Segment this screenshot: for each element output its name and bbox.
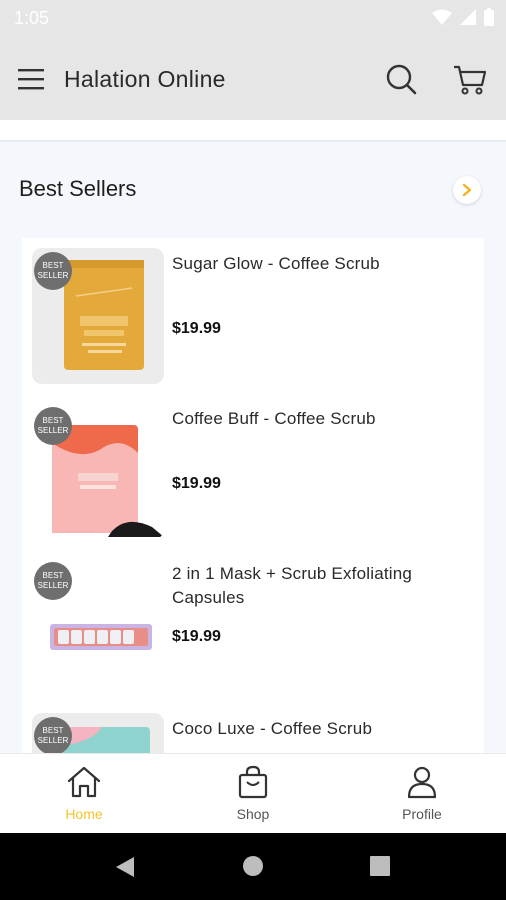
- back-icon[interactable]: [114, 855, 136, 879]
- user-icon: [407, 766, 437, 799]
- cart-icon[interactable]: [452, 63, 488, 97]
- app-title: Halation Online: [64, 66, 226, 92]
- product-price: $19.99: [172, 475, 221, 492]
- badge-line: SELLER: [37, 581, 69, 590]
- system-nav-bar: [0, 833, 506, 900]
- list-item[interactable]: BEST SELLER 2 in 1 Mask + Scrub Exfoliat…: [22, 548, 484, 704]
- product-price: $19.99: [172, 320, 221, 337]
- bottom-nav: Home Shop Profile: [0, 753, 506, 834]
- status-time: 1:05: [14, 8, 50, 28]
- best-seller-badge: BEST SELLER: [34, 562, 72, 600]
- product-list: BEST SELLER Sugar Glow - Coffee Scrub $1…: [22, 238, 484, 753]
- app-bar: Halation Online: [0, 36, 506, 120]
- home-circle-icon[interactable]: [242, 855, 264, 877]
- wifi-icon: [432, 9, 452, 25]
- search-icon[interactable]: [384, 62, 418, 96]
- badge-line: BEST: [42, 416, 64, 425]
- nav-label: Home: [65, 806, 103, 822]
- badge-line: SELLER: [37, 426, 69, 435]
- status-bar: 1:05: [0, 0, 506, 36]
- status-icons: [432, 8, 494, 26]
- signal-icon: [460, 9, 476, 25]
- list-item[interactable]: BEST SELLER Sugar Glow - Coffee Scrub $1…: [22, 238, 484, 394]
- badge-line: SELLER: [37, 271, 69, 280]
- product-name[interactable]: Coco Luxe - Coffee Scrub: [172, 717, 462, 741]
- nav-profile[interactable]: Profile: [362, 754, 482, 834]
- best-seller-badge: BEST SELLER: [34, 717, 72, 753]
- nav-home[interactable]: Home: [24, 754, 144, 834]
- chevron-right-icon: [462, 183, 472, 197]
- best-seller-badge: BEST SELLER: [34, 407, 72, 445]
- see-more-button[interactable]: [453, 176, 481, 204]
- section-title: Best Sellers: [19, 176, 137, 201]
- list-item[interactable]: BEST SELLER Coffee Buff - Coffee Scrub $…: [22, 393, 484, 549]
- product-price: $19.99: [172, 628, 221, 645]
- nav-label: Shop: [236, 806, 270, 822]
- badge-line: BEST: [42, 571, 64, 580]
- recents-icon[interactable]: [370, 856, 390, 876]
- nav-label: Profile: [402, 806, 442, 822]
- best-seller-badge: BEST SELLER: [34, 252, 72, 290]
- badge-line: SELLER: [37, 736, 69, 745]
- badge-line: BEST: [42, 261, 64, 270]
- top-strip: [0, 120, 506, 142]
- list-item[interactable]: BEST SELLER Coco Luxe - Coffee Scrub: [22, 703, 484, 753]
- nav-shop[interactable]: Shop: [193, 754, 313, 834]
- product-name[interactable]: Sugar Glow - Coffee Scrub: [172, 252, 462, 276]
- product-name[interactable]: 2 in 1 Mask + Scrub Exfoliating Capsules: [172, 562, 462, 610]
- battery-icon: [484, 8, 494, 26]
- bag-icon: [238, 765, 268, 799]
- home-icon: [67, 766, 101, 798]
- badge-line: BEST: [42, 726, 64, 735]
- menu-icon[interactable]: [18, 68, 46, 90]
- product-name[interactable]: Coffee Buff - Coffee Scrub: [172, 407, 462, 431]
